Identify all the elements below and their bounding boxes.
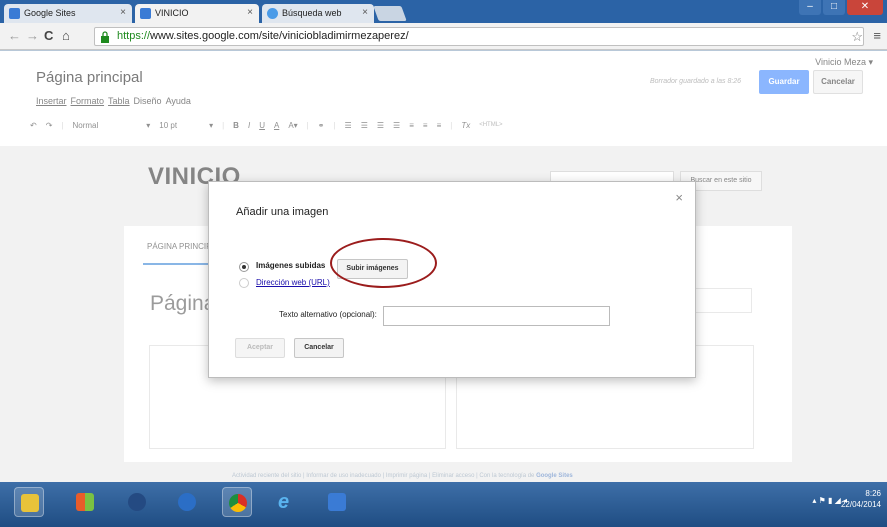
taskbar-app-1[interactable] (70, 487, 100, 517)
close-icon[interactable]: × (675, 190, 683, 205)
tab-busqueda-web[interactable]: Búsqueda web × (262, 4, 374, 23)
forward-icon[interactable]: → (26, 28, 39, 43)
cancel-button[interactable]: Cancelar (294, 338, 344, 358)
internet-explorer-icon: e (278, 491, 290, 513)
bookmark-star-icon[interactable]: ☆ (851, 29, 863, 45)
browser-tab-strip: Google Sites × VINICIO × Búsqueda web × … (0, 0, 887, 23)
url-text: www.sites.google.com/site/viniciobladimi… (150, 30, 409, 42)
windows-logo-icon (76, 493, 94, 511)
close-icon[interactable]: × (120, 7, 126, 18)
option-web-url-link[interactable]: Dirección web (URL) (256, 278, 330, 287)
close-icon[interactable]: × (362, 7, 368, 18)
minimize-icon[interactable]: – (799, 0, 821, 15)
window-close-icon[interactable]: ✕ (847, 0, 883, 15)
option-uploaded-label: Imágenes subidas (256, 261, 326, 270)
url-scheme: https:// (117, 30, 151, 42)
window-controls: – □ ✕ (799, 0, 883, 16)
tab-vinicio[interactable]: VINICIO × (135, 4, 259, 23)
taskbar-app-2[interactable] (122, 487, 152, 517)
search-web-icon (267, 8, 278, 19)
home-icon[interactable]: ⌂ (62, 28, 70, 43)
google-sites-icon (9, 8, 20, 19)
dialog-title: Añadir una imagen (236, 206, 329, 218)
radio-uploaded-images[interactable] (239, 262, 249, 272)
reload-icon[interactable]: C (44, 28, 53, 43)
explorer-icon (21, 494, 39, 512)
chrome-icon (229, 494, 247, 512)
tab-label: Google Sites (24, 8, 76, 18)
tab-label: Búsqueda web (282, 8, 342, 18)
highlight-circle (330, 238, 437, 288)
clock-app-icon (178, 493, 196, 511)
back-icon[interactable]: ← (8, 28, 21, 43)
start-button[interactable] (14, 487, 44, 517)
taskbar-app-3[interactable] (172, 487, 202, 517)
media-player-icon (128, 493, 146, 511)
accept-button[interactable]: Aceptar (235, 338, 285, 358)
close-icon[interactable]: × (247, 7, 253, 18)
taskbar-app-6[interactable] (322, 487, 352, 517)
google-sites-icon (140, 8, 151, 19)
windows-taskbar: e ▴ ⚑ ▮ ◢ ◂ 8:26 22/04/2014 (0, 482, 887, 527)
tab-label: VINICIO (155, 8, 189, 18)
add-image-dialog: Añadir una imagen × Imágenes subidas Dir… (208, 181, 696, 378)
browser-toolbar: ← → C ⌂ https://www.sites.google.com/sit… (0, 23, 887, 50)
address-bar[interactable]: https://www.sites.google.com/site/vinici… (94, 27, 864, 46)
window-app-icon (328, 493, 346, 511)
alt-text-label: Texto alternativo (opcional): (279, 310, 377, 319)
clock-time: 8:26 (865, 489, 881, 498)
radio-web-address[interactable] (239, 278, 249, 288)
chrome-menu-icon[interactable]: ≡ (873, 28, 881, 43)
taskbar-chrome[interactable] (222, 487, 252, 517)
alt-text-input[interactable] (383, 306, 610, 326)
tab-google-sites[interactable]: Google Sites × (4, 4, 132, 23)
new-tab-button[interactable] (373, 6, 407, 21)
lock-icon (101, 31, 109, 43)
clock-date: 22/04/2014 (840, 500, 881, 509)
taskbar-ie[interactable]: e (272, 487, 302, 517)
maximize-icon[interactable]: □ (823, 0, 845, 15)
system-clock[interactable]: 8:26 22/04/2014 (841, 488, 881, 510)
